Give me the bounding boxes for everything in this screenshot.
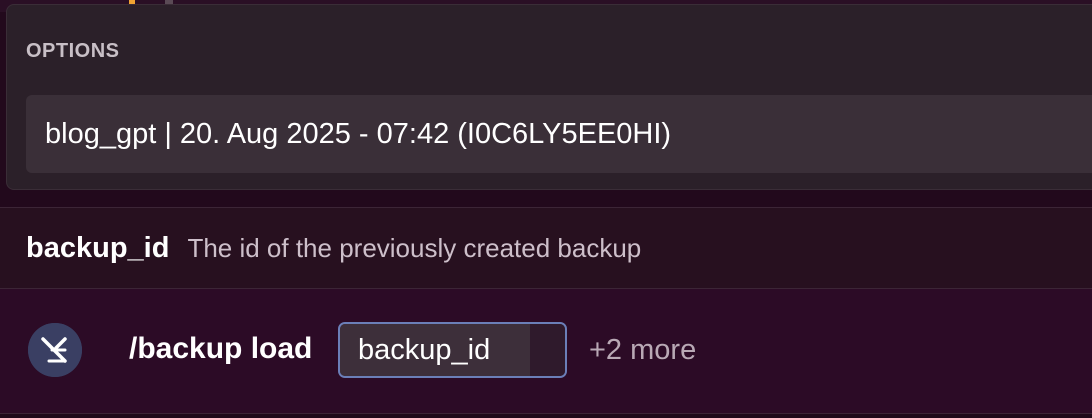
options-popup: OPTIONS blog_gpt | 20. Aug 2025 - 07:42 … [6,4,1092,190]
parameter-name: backup_id [26,231,170,264]
more-options-button[interactable]: +2 more [589,334,696,367]
parameter-description: The id of the previously created backup [187,232,642,263]
option-pill-label: backup_id [340,324,530,376]
parameter-hint: backup_id The id of the previously creat… [0,207,1092,289]
command-name: /backup load [129,332,313,365]
option-value-input[interactable] [530,324,565,376]
option-item[interactable]: blog_gpt | 20. Aug 2025 - 07:42 (I0C6LY5… [26,95,1092,173]
bottom-divider [0,413,1092,418]
options-heading: OPTIONS [26,40,120,62]
backup-id-option-pill[interactable]: backup_id [338,322,567,378]
app-avatar-icon [28,323,82,377]
